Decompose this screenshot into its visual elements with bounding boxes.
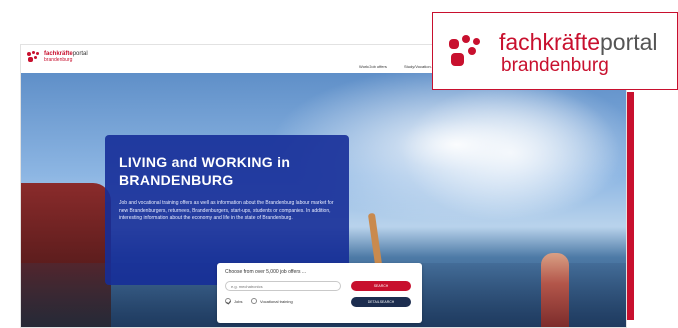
option-jobs[interactable]: Jobs xyxy=(225,298,242,304)
site-logo[interactable]: fachkräfteportal brandenburg xyxy=(27,51,88,63)
hero-person xyxy=(541,253,569,327)
hero-section: LIVING and WORKING in BRANDENBURG Job an… xyxy=(21,73,626,327)
radio-circle-icon[interactable] xyxy=(251,298,257,304)
site-logo-region: brandenburg xyxy=(44,57,73,63)
job-search-title: Choose from over 5,000 job offers ... xyxy=(225,269,307,275)
option-vocational-training[interactable]: Vocational training xyxy=(251,298,293,304)
job-search-input[interactable] xyxy=(225,281,341,291)
check-icon[interactable] xyxy=(225,298,231,304)
hero-water-spray xyxy=(401,83,621,223)
hero-title: LIVING and WORKING in BRANDENBURG xyxy=(119,154,291,188)
logo-region: brandenburg xyxy=(501,55,609,76)
search-button[interactable]: SEARCH xyxy=(351,281,411,291)
logo-name: fachkräfteportal xyxy=(499,29,658,55)
nav-item-study[interactable]: Study/Vocation... xyxy=(404,64,434,69)
hero-description: Job and vocational training offers as we… xyxy=(119,200,334,222)
detail-search-button[interactable]: DETAILSEARCH xyxy=(351,297,411,307)
job-search-box: Choose from over 5,000 job offers ... SE… xyxy=(217,263,422,323)
red-accent-bar xyxy=(627,92,634,320)
fachkraefteportal-dots-logo-icon xyxy=(449,33,489,73)
fachkraefteportal-logo-badge: fachkräfteportal brandenburg xyxy=(432,12,678,90)
site-logo-icon xyxy=(27,51,41,63)
nav-item-work-job-offers[interactable]: Work/Job offers xyxy=(359,64,387,69)
